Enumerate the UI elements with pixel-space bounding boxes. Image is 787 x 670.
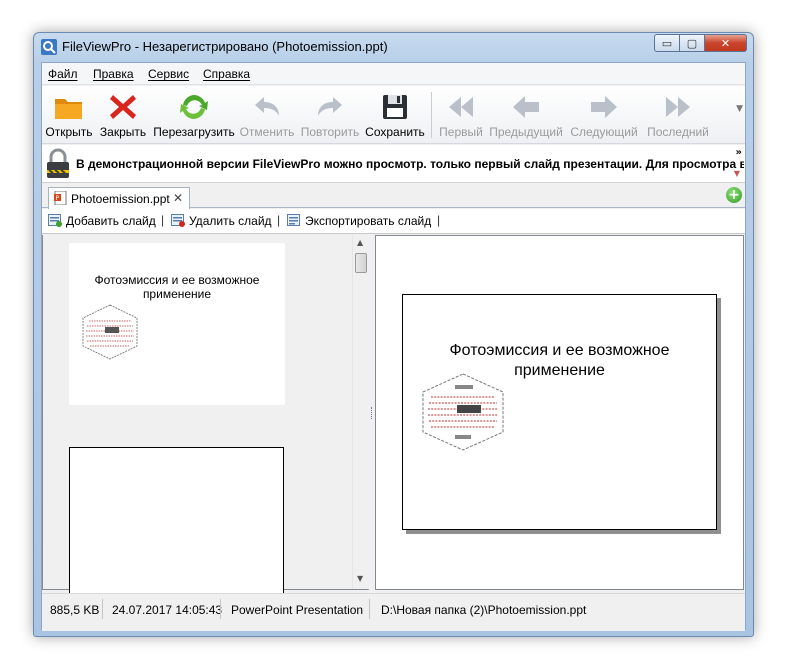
menu-bar: Файл Правка Сервис Справка: [42, 63, 745, 85]
status-file-path: D:\Новая папка (2)\Photoemission.ppt: [381, 603, 587, 617]
separator: |: [161, 213, 165, 227]
main-toolbar: Открыть Закрыть Перезагрузить Отменить П…: [42, 86, 745, 144]
separator: |: [437, 213, 441, 227]
title-bar[interactable]: FileViewPro - Незарегистрировано (Photoe…: [34, 33, 753, 61]
save-button[interactable]: Сохранить: [364, 88, 426, 142]
splitter-grip-icon: [371, 407, 373, 419]
thumbnail-scrollbar[interactable]: ▲ ▼: [352, 235, 369, 589]
university-logo-thumbnail: [82, 304, 138, 360]
refresh-icon: [180, 95, 208, 119]
minimize-button[interactable]: ▭: [654, 34, 680, 52]
double-arrow-left-icon: [449, 97, 473, 117]
status-date: 24.07.2017 14:05:43: [112, 603, 223, 617]
university-logo: [422, 373, 504, 451]
add-tab-plus-icon[interactable]: +: [726, 187, 742, 203]
arrow-left-icon: [513, 96, 539, 118]
menu-tools[interactable]: Сервис: [148, 67, 189, 81]
undo-icon: [255, 97, 279, 116]
ppt-file-icon: P: [54, 191, 67, 205]
menu-help[interactable]: Справка: [203, 67, 250, 81]
slide-actions-bar: Добавить слайд | Удалить слайд | Экспорт…: [42, 209, 745, 234]
scroll-up-icon[interactable]: ▲: [357, 238, 363, 247]
status-separator: [369, 599, 370, 619]
scrollbar-thumb[interactable]: [355, 253, 367, 273]
reload-button[interactable]: Перезагрузить: [153, 88, 235, 142]
add-slide-icon: [48, 214, 62, 227]
status-bar: 885,5 KB 24.07.2017 14:05:43 PowerPoint …: [42, 593, 745, 631]
delete-slide-icon: [171, 214, 185, 227]
app-magnifier-icon: [41, 39, 57, 55]
tab-photoemission[interactable]: P Photoemission.ppt ✕: [48, 187, 190, 209]
status-file-type: PowerPoint Presentation: [231, 603, 364, 617]
close-file-button[interactable]: Закрыть: [98, 88, 148, 142]
status-file-size: 885,5 KB: [50, 603, 100, 617]
toolbar-separator: [431, 92, 432, 138]
lock-icon: [47, 148, 69, 178]
folder-icon: [55, 99, 82, 119]
tab-label: Photoemission.ppt: [71, 192, 170, 206]
svg-text:P: P: [56, 195, 60, 202]
slide-thumbnail-1[interactable]: Фотоэмиссия и ее возможное применение: [69, 243, 285, 405]
double-arrow-right-icon: [666, 97, 690, 117]
open-button[interactable]: Открыть: [44, 88, 94, 142]
export-slide-button[interactable]: Экспортировать слайд: [287, 213, 431, 230]
delete-slide-button[interactable]: Удалить слайд: [171, 213, 272, 230]
app-window: FileViewPro - Незарегистрировано (Photoe…: [33, 32, 754, 637]
demo-info-text: В демонстрационной версии FileViewPro мо…: [76, 157, 744, 171]
separator: |: [277, 213, 281, 227]
client-area: Файл Правка Сервис Справка Открыть Закры…: [41, 62, 746, 631]
export-slide-icon: [287, 214, 300, 226]
previous-slide-button[interactable]: Предыдущий: [487, 88, 565, 142]
window-controls: ▭ ▢ ✕: [654, 34, 747, 52]
redo-button[interactable]: Повторить: [299, 88, 361, 142]
menu-file[interactable]: Файл: [48, 67, 78, 81]
floppy-disk-icon: [383, 95, 407, 119]
menu-edit[interactable]: Правка: [93, 67, 134, 81]
info-expand-button[interactable]: »: [736, 147, 742, 158]
info-scroll-down-icon[interactable]: ▼: [734, 169, 740, 178]
document-tabstrip: P Photoemission.ppt ✕ +: [42, 184, 745, 209]
maximize-button[interactable]: ▢: [680, 34, 705, 52]
status-separator: [102, 599, 103, 619]
window-title: FileViewPro - Незарегистрировано (Photoe…: [62, 39, 388, 54]
tab-close-button[interactable]: ✕: [173, 191, 183, 205]
toolbar-overflow-icon[interactable]: ▼: [736, 104, 743, 114]
scroll-down-icon[interactable]: ▼: [357, 574, 363, 583]
redo-icon: [318, 97, 342, 116]
thumbnail-title: Фотоэмиссия и ее возможное применение: [94, 273, 260, 301]
demo-info-bar: В демонстрационной версии FileViewPro мо…: [42, 145, 745, 183]
thumbnail-pane: Фотоэмиссия и ее возможное применение ▲ …: [42, 235, 369, 597]
add-slide-button[interactable]: Добавить слайд: [48, 213, 156, 230]
first-slide-button[interactable]: Первый: [436, 88, 486, 142]
last-slide-button[interactable]: Последний: [644, 88, 712, 142]
next-slide-button[interactable]: Следующий: [567, 88, 641, 142]
red-x-icon: [110, 95, 136, 119]
slide-preview-pane: Фотоэмиссия и ее возможное применение: [375, 235, 744, 590]
slide-thumbnail-2[interactable]: [69, 447, 284, 597]
arrow-right-icon: [591, 96, 617, 118]
undo-button[interactable]: Отменить: [238, 88, 296, 142]
slide-preview: Фотоэмиссия и ее возможное применение: [402, 294, 717, 530]
status-separator: [220, 599, 221, 619]
close-window-button[interactable]: ✕: [705, 34, 747, 52]
